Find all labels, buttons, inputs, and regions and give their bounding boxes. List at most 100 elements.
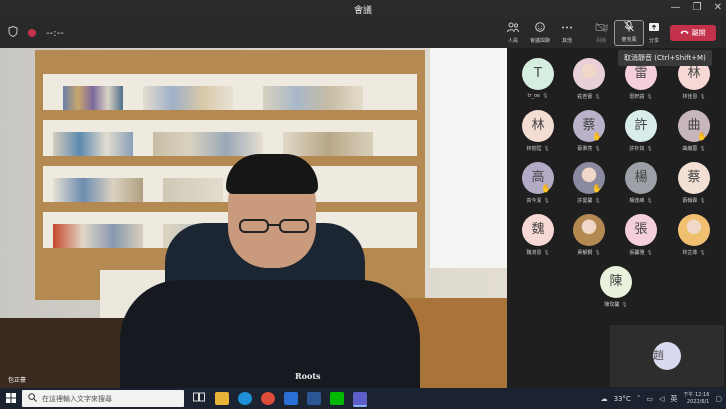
participant-name-text: tr_oe [527,93,541,99]
participant-name: 許妙如 🎙 [616,145,666,152]
clock-time: 下午 12:16 [683,392,710,398]
muted-mic-icon: 🎙 [621,302,628,308]
windows-start-icon[interactable] [6,393,16,406]
participant-avatar: 張 [625,214,657,246]
participant-name-text: 高今潔 [526,198,542,204]
participant-tile[interactable]: 張張馨雅 🎙 [616,214,666,256]
muted-mic-icon: 🎙 [594,94,601,100]
search-placeholder: 在這裡輸入文字來搜尋 [42,395,112,403]
participant-tile[interactable]: 蔡 ✋ 蔡秉亮 🎙 [564,110,614,152]
camera-label: 相機 [595,38,606,44]
leave-label: 離開 [691,29,706,37]
more-icon [553,22,581,35]
chat-icon [526,22,554,35]
mic-label: 麥克風 [621,37,637,43]
close-icon[interactable]: ✕ [714,2,722,13]
share-button[interactable]: 分享 [640,22,668,44]
participant-tile[interactable]: 楊楊逸維 🎙 [616,162,666,204]
participant-name: 許曼馨 🎙 [564,197,614,204]
participant-name: 高今潔 🎙 [513,197,563,204]
participant-tile[interactable]: 陳陳玟馨 🎙 [591,266,641,308]
notification-icon[interactable]: ▢ [715,395,722,403]
shirt-logo: Roots [295,371,321,381]
participant-avatar: 陳 [600,266,632,298]
more-label: 其他 [561,38,572,44]
participant-name: 張馨雅 🎙 [616,249,666,256]
react-label: 會議與聊 [529,38,550,44]
network-icon[interactable]: ▭ [646,395,653,403]
people-button[interactable]: 人員 [499,22,527,44]
restore-icon[interactable]: ❐ [693,2,702,13]
muted-mic-icon: 🎙 [594,146,601,152]
word-icon[interactable] [307,392,321,405]
minimize-icon[interactable]: — [671,2,681,13]
weather-icon[interactable]: ☁ [601,395,608,403]
title-bar: 會議 — ❐ ✕ [0,0,726,18]
participant-tile[interactable]: Ttr_oe 🎙 [513,58,563,99]
system-clock[interactable]: 下午 12:16 2022/6/1 [683,392,709,406]
muted-mic-icon: 🎙 [646,198,653,204]
participant-tile[interactable]: 曲 ✋ 曲繼蓉 🎙 [669,110,719,152]
more-button[interactable]: 其他 [553,22,581,44]
file-explorer-icon[interactable] [215,392,229,405]
participant-tile[interactable]: 莊若蕾 🎙 [564,58,614,100]
meeting-timer: --:-- [46,27,64,39]
leave-button[interactable]: 離開 [670,25,716,41]
task-view-icon[interactable] [192,392,206,405]
participant-tile[interactable]: 許許妙如 🎙 [616,110,666,152]
weather-temp[interactable]: 33°C [614,395,631,403]
participant-name: 蔡翰霖 🎙 [669,197,719,204]
participant-name-text: 陳玟馨 [604,302,620,308]
participant-photo [573,58,605,90]
participant-name: 莊若蕾 🎙 [564,93,614,100]
participant-name: 林佳恩 🎙 [669,93,719,100]
participant-tile[interactable]: 高 ✋ 高今潔 🎙 [513,162,563,204]
raised-hand-icon: ✋ [592,132,602,141]
meeting-toolbar: --:-- 人員 會議與聊 其他 相機 麥克風 分享 離開 [0,18,726,48]
participant-name-text: 魏淯恩 [526,250,542,256]
teams-icon[interactable] [353,392,367,407]
participant-avatar: 楊 [625,162,657,194]
participant-name-text: 蔡翰霖 [682,198,698,204]
taskbar-search[interactable]: 在這裡輸入文字來搜尋 [22,390,184,407]
self-view[interactable]: 趙 [610,325,724,387]
muted-mic-icon: 🎙 [699,250,706,256]
participant-tile[interactable]: 魏魏淯恩 🎙 [513,214,563,256]
chevron-up-icon[interactable]: ˄ [637,395,641,403]
participant-name-text: 莊若蕾 [577,94,593,100]
chrome-icon[interactable] [261,392,275,405]
line-icon[interactable] [330,392,344,405]
participant-tile[interactable]: 黃郁鋼 🎙 [564,214,614,256]
window-title: 會議 [353,6,372,16]
participant-tile[interactable]: ✋ 許曼馨 🎙 [564,162,614,204]
participant-name-text: 張馨雅 [629,250,645,256]
participant-name: 林芷菲 🎙 [669,249,719,256]
muted-mic-icon: 🎙 [594,198,601,204]
participant-tile[interactable]: 林芷菲 🎙 [669,214,719,256]
participant-name: 林俊陞 🎙 [513,145,563,152]
react-button[interactable]: 會議與聊 [526,22,554,44]
self-avatar: 趙 [653,342,681,370]
participant-name: 蔡秉亮 🎙 [564,145,614,152]
input-language[interactable]: 英 [670,394,677,404]
participant-tile[interactable]: 林林俊陞 🎙 [513,110,563,152]
participant-name-text: 黃郁鋼 [577,250,593,256]
people-label: 人員 [507,38,518,44]
participant-name-text: 蔡秉亮 [577,146,593,152]
ie-icon[interactable] [284,392,298,405]
participant-name: 楊逸維 🎙 [616,197,666,204]
raised-hand-icon: ✋ [697,132,707,141]
shield-icon [8,25,18,40]
speaker-name: 包正豪 [8,377,27,384]
edge-icon[interactable] [238,392,252,405]
camera-button[interactable]: 相機 [587,22,615,44]
participant-name-text: 許曼馨 [577,198,593,204]
participant-name: 陳玟馨 🎙 [591,301,641,308]
participant-avatar: 蔡 [678,162,710,194]
search-icon [28,393,37,405]
participant-name: 魏淯恩 🎙 [513,249,563,256]
muted-mic-icon: 🎙 [543,250,550,256]
participant-tile[interactable]: 蔡蔡翰霖 🎙 [669,162,719,204]
participant-avatar: 魏 [522,214,554,246]
speaker-icon[interactable]: ◁ [659,395,664,403]
